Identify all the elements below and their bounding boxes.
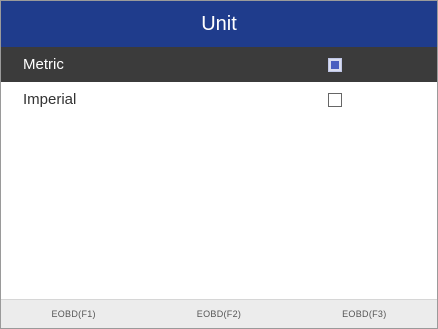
option-imperial[interactable]: Imperial: [1, 82, 437, 117]
option-label: Metric: [23, 56, 64, 73]
unit-screen: Unit Metric Imperial EOBD(F1) EOBD(F2) E…: [0, 0, 438, 329]
option-metric[interactable]: Metric: [1, 47, 437, 82]
f2-key-button[interactable]: EOBD(F2): [197, 309, 241, 319]
f1-key-button[interactable]: EOBD(F1): [51, 309, 95, 319]
function-key-bar: EOBD(F1) EOBD(F2) EOBD(F3): [1, 299, 437, 328]
option-label: Imperial: [23, 91, 77, 108]
page-title: Unit: [201, 12, 237, 35]
metric-checkbox[interactable]: [328, 57, 342, 72]
unit-option-list: Metric Imperial: [1, 47, 437, 117]
imperial-checkbox[interactable]: [328, 92, 342, 107]
title-bar: Unit: [1, 1, 437, 47]
f3-key-button[interactable]: EOBD(F3): [342, 309, 386, 319]
